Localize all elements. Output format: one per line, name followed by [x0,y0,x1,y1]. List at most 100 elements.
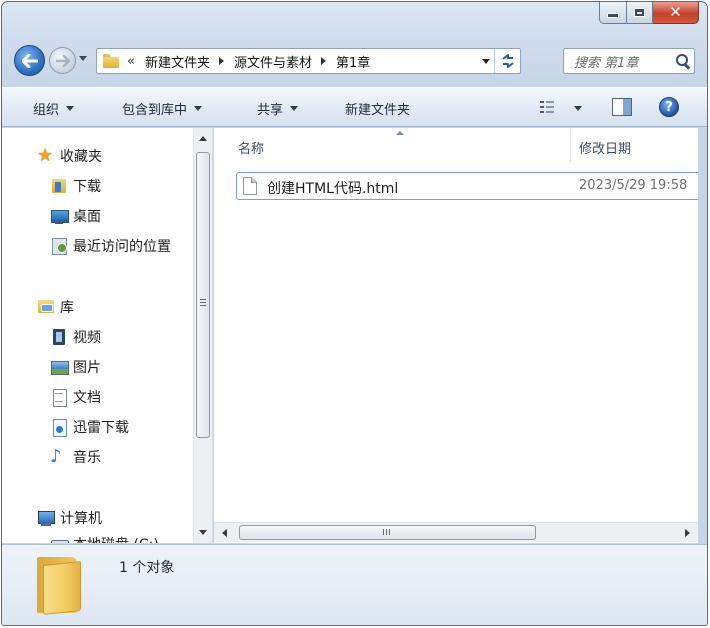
nav-label: 计算机 [60,511,102,527]
recent-pages-dropdown[interactable] [79,56,87,61]
scroll-right-icon[interactable] [685,529,690,537]
documents-icon [50,388,68,407]
nav-item-xunlei-downloads[interactable]: 迅雷下载 [50,416,129,438]
close-button[interactable]: ✕ [653,2,699,24]
nav-item-favorites[interactable]: ★ 收藏夹 [37,145,102,167]
nav-label: 库 [60,300,74,316]
forward-button[interactable] [49,47,76,74]
share-label: 共享 [257,103,284,118]
caption-buttons: ✕ [599,2,699,26]
search-icon[interactable] [672,50,694,72]
breadcrumb-item[interactable]: 源文件与素材 [234,52,312,71]
details-pane: 1 个对象 [2,544,707,625]
new-folder-button[interactable]: 新建文件夹 [345,99,410,118]
libraries-icon [37,298,55,316]
breadcrumb-item[interactable]: 新建文件夹 [145,52,210,71]
chevron-down-icon [290,106,299,111]
nav-item-libraries[interactable]: 库 [37,296,74,318]
address-dropdown-icon[interactable] [482,59,490,64]
html-file-icon [243,177,257,195]
column-divider[interactable] [570,128,571,162]
grip-icon [200,299,206,308]
navigation-pane-scrollbar[interactable] [193,128,212,543]
video-icon [50,328,68,346]
minimize-icon [607,13,619,18]
scrollbar-thumb[interactable] [196,152,210,438]
file-name[interactable]: 创建HTML代码.html [267,178,398,198]
preview-pane-icon[interactable] [612,98,632,116]
chevron-down-icon [66,106,75,111]
nav-label: 本地磁盘 (C:) [73,534,159,543]
explorer-window: ✕ « 新建文件夹 源文件与素材 第1章 搜索 第1章 组织 包含到库中 共享 … [1,1,708,626]
grip-icon [383,529,390,535]
close-icon: ✕ [669,3,682,21]
chevron-down-icon [194,106,203,111]
help-icon[interactable]: ? [659,97,679,117]
organize-label: 组织 [33,103,60,118]
scroll-down-icon[interactable] [199,530,207,535]
search-input[interactable]: 搜索 第1章 [574,52,672,71]
nav-label: 收藏夹 [60,149,102,165]
nav-item-downloads[interactable]: 下载 [50,175,101,197]
nav-item-desktop[interactable]: 桌面 [50,205,101,227]
nav-item-documents[interactable]: 文档 [50,386,101,408]
file-modified-date: 2023/5/29 19:58 [579,178,688,193]
scroll-up-icon[interactable] [199,136,207,141]
desktop-icon [50,207,69,225]
nav-item-videos[interactable]: 视频 [50,326,101,348]
file-list[interactable]: 名称 修改日期 创建HTML代码.html 2023/5/29 19:58 [214,128,698,543]
folder-icon [103,54,119,68]
item-count-status: 1 个对象 [119,560,175,576]
views-dropdown-icon[interactable] [574,106,582,111]
column-header-modified[interactable]: 修改日期 [579,138,631,157]
scroll-left-icon[interactable] [222,529,227,537]
nav-item-recent-places[interactable]: 最近访问的位置 [50,235,171,257]
maximize-button[interactable] [627,2,653,24]
command-bar: 组织 包含到库中 共享 新建文件夹 ? [2,87,707,127]
new-folder-label: 新建文件夹 [345,103,411,118]
share-button[interactable]: 共享 [257,99,299,118]
breadcrumb-separator-icon[interactable] [321,57,326,65]
column-header-name[interactable]: 名称 [238,138,264,157]
table-row[interactable]: 创建HTML代码.html 2023/5/29 19:58 [236,172,698,200]
xunlei-downloads-icon [50,418,68,437]
maximize-icon [634,8,645,17]
navigation-pane[interactable]: ★ 收藏夹 下载 桌面 最近访问的位置 库 视频 图片 文档 迅雷下载 ♪ 音乐 [2,128,213,543]
organize-button[interactable]: 组织 [33,99,75,118]
breadcrumb-overflow[interactable]: « [127,54,135,69]
sort-ascending-icon [396,131,404,135]
star-icon: ★ [37,145,54,166]
nav-label: 迅雷下载 [73,420,129,436]
computer-icon [37,509,55,527]
disk-drive-icon [50,535,69,543]
recent-places-icon [50,237,68,255]
refresh-button[interactable] [494,49,520,73]
navigation-bar: « 新建文件夹 源文件与素材 第1章 搜索 第1章 [12,42,697,80]
search-box[interactable]: 搜索 第1章 [563,48,695,74]
breadcrumb-item[interactable]: 第1章 [336,52,370,71]
nav-label: 图片 [73,360,101,376]
views-icon[interactable] [540,100,558,114]
nav-label: 文档 [73,390,101,406]
include-in-library-label: 包含到库中 [122,103,188,118]
folder-icon [37,557,81,615]
nav-item-music[interactable]: ♪ 音乐 [50,446,101,468]
file-list-horizontal-scrollbar[interactable] [214,522,698,542]
minimize-button[interactable] [599,2,627,24]
nav-label: 最近访问的位置 [73,239,171,255]
refresh-icon [501,54,514,68]
nav-label: 下载 [73,179,101,195]
include-in-library-button[interactable]: 包含到库中 [122,99,203,118]
nav-item-computer[interactable]: 计算机 [37,507,102,529]
scrollbar-thumb[interactable] [239,525,536,540]
address-bar[interactable]: « 新建文件夹 源文件与素材 第1章 [96,48,521,74]
back-button[interactable] [14,45,45,76]
nav-item-pictures[interactable]: 图片 [50,356,101,378]
nav-label: 音乐 [73,450,101,466]
window-frame-edge [698,128,707,543]
nav-item-local-disk[interactable]: 本地磁盘 (C:) [50,533,159,543]
forward-arrow-icon [55,54,70,67]
breadcrumb-separator-icon[interactable] [218,57,224,65]
music-note-icon: ♪ [50,446,62,467]
nav-label: 桌面 [73,209,101,225]
